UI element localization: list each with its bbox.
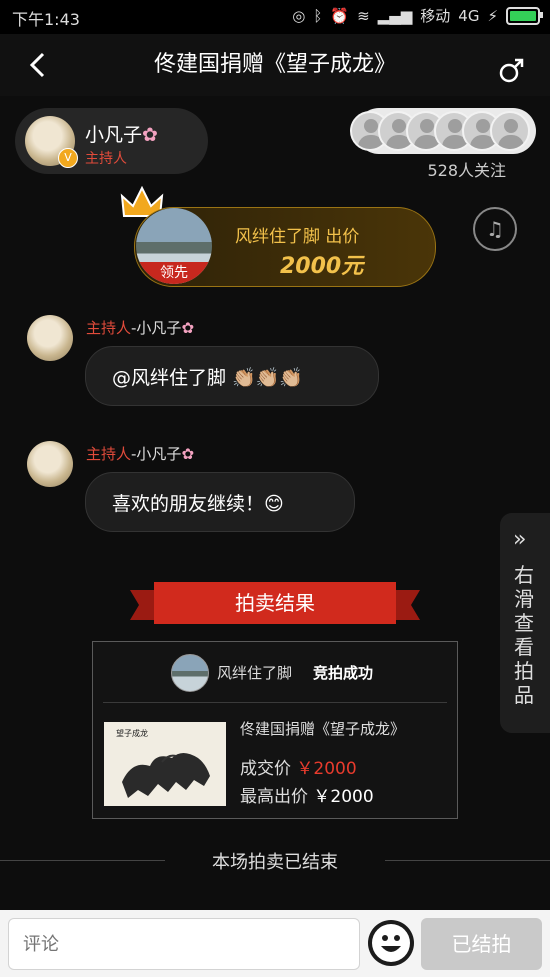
alarm-icon: ◎ <box>292 6 306 25</box>
status-time: 下午1:43 <box>12 10 80 29</box>
result-banner-label: 拍卖结果 <box>154 582 396 624</box>
result-banner: 拍卖结果 <box>130 582 420 624</box>
follower-count: 528人关注 <box>427 161 506 180</box>
svg-text:望子成龙: 望子成龙 <box>116 728 148 738</box>
back-arrow-icon[interactable] <box>25 50 51 80</box>
signal-icon: ▂▄▆ <box>377 6 413 25</box>
battery-icon <box>506 6 543 25</box>
network-label: 4G <box>458 6 480 25</box>
leading-bid-price: 2000元 <box>280 254 364 279</box>
flower-icon: ✿ <box>181 445 195 463</box>
message-bubble: @风绊住了脚 👏🏼👏🏼👏🏼 <box>85 346 379 406</box>
music-off-icon[interactable]: ♫ <box>473 207 517 251</box>
message-avatar <box>27 441 73 487</box>
leading-bid-card: 领先 风绊住了脚 出价 2000元 <box>134 207 436 287</box>
follower-avatar <box>490 111 530 151</box>
flower-icon: ✿ <box>181 319 195 337</box>
page-title: 佟建国捐赠《望子成龙》 <box>153 52 396 77</box>
host-name: 小凡子✿ <box>85 124 158 146</box>
winner-status: 竞拍成功 <box>313 664 374 682</box>
leading-bidder-avatar: 领先 <box>136 208 212 284</box>
clock-icon: ⏰ <box>330 6 350 25</box>
emoji-icon[interactable] <box>368 920 414 966</box>
charging-icon: ⚡ <box>487 6 498 25</box>
message-sender: 主持人-小凡子✿ <box>86 319 195 337</box>
double-chevron-icon: » <box>513 527 527 552</box>
winner-name: 风绊住了脚 <box>217 664 293 682</box>
host-card[interactable]: V 小凡子✿ 主持人 <box>15 108 208 174</box>
artwork-title: 佟建国捐赠《望子成龙》 <box>240 720 406 738</box>
share-icon[interactable] <box>498 56 526 84</box>
status-bar: 下午1:43 ◎ ᛒ ⏰ ≋ ▂▄▆ 移动 4G ⚡ <box>0 0 550 34</box>
divider <box>103 702 447 703</box>
max-bid: 最高出价 ￥2000 <box>240 787 374 807</box>
leading-bidder-text: 风绊住了脚 出价 <box>235 227 360 247</box>
message-bubble: 喜欢的朋友继续！😊 <box>85 472 355 532</box>
result-card[interactable]: 风绊住了脚 竞拍成功 望子成龙 佟建国捐赠《望子成龙》 成交价 ￥2000 最高… <box>92 641 458 819</box>
message-sender: 主持人-小凡子✿ <box>86 445 195 463</box>
followers-group[interactable]: 528人关注 <box>350 108 536 180</box>
bluetooth-icon: ᛒ <box>313 6 323 25</box>
auction-ended-label: 本场拍卖已结束 <box>0 848 550 873</box>
side-panel-label: 右滑查看拍品 <box>514 563 534 707</box>
status-icons: ◎ ᛒ ⏰ ≋ ▂▄▆ 移动 4G ⚡ <box>292 5 543 26</box>
follower-avatars <box>350 108 536 154</box>
deal-price: 成交价 ￥2000 <box>240 759 357 779</box>
host-role: 主持人 <box>85 151 127 167</box>
verified-badge: V <box>58 148 78 168</box>
winner-avatar <box>171 654 209 692</box>
leading-tag: 领先 <box>136 262 212 284</box>
bottom-bar: 已结拍 <box>0 910 550 977</box>
wifi-icon: ≋ <box>357 6 370 25</box>
auction-ended-button[interactable]: 已结拍 <box>421 918 542 970</box>
nav-bar: 佟建国捐赠《望子成龙》 <box>0 34 550 96</box>
side-slide-panel[interactable]: » 右滑查看拍品 <box>500 513 550 733</box>
message-avatar <box>27 315 73 361</box>
artwork-thumbnail: 望子成龙 <box>104 722 226 806</box>
flower-icon: ✿ <box>142 124 158 146</box>
carrier-label: 移动 <box>420 7 451 25</box>
comment-input[interactable] <box>8 918 360 970</box>
